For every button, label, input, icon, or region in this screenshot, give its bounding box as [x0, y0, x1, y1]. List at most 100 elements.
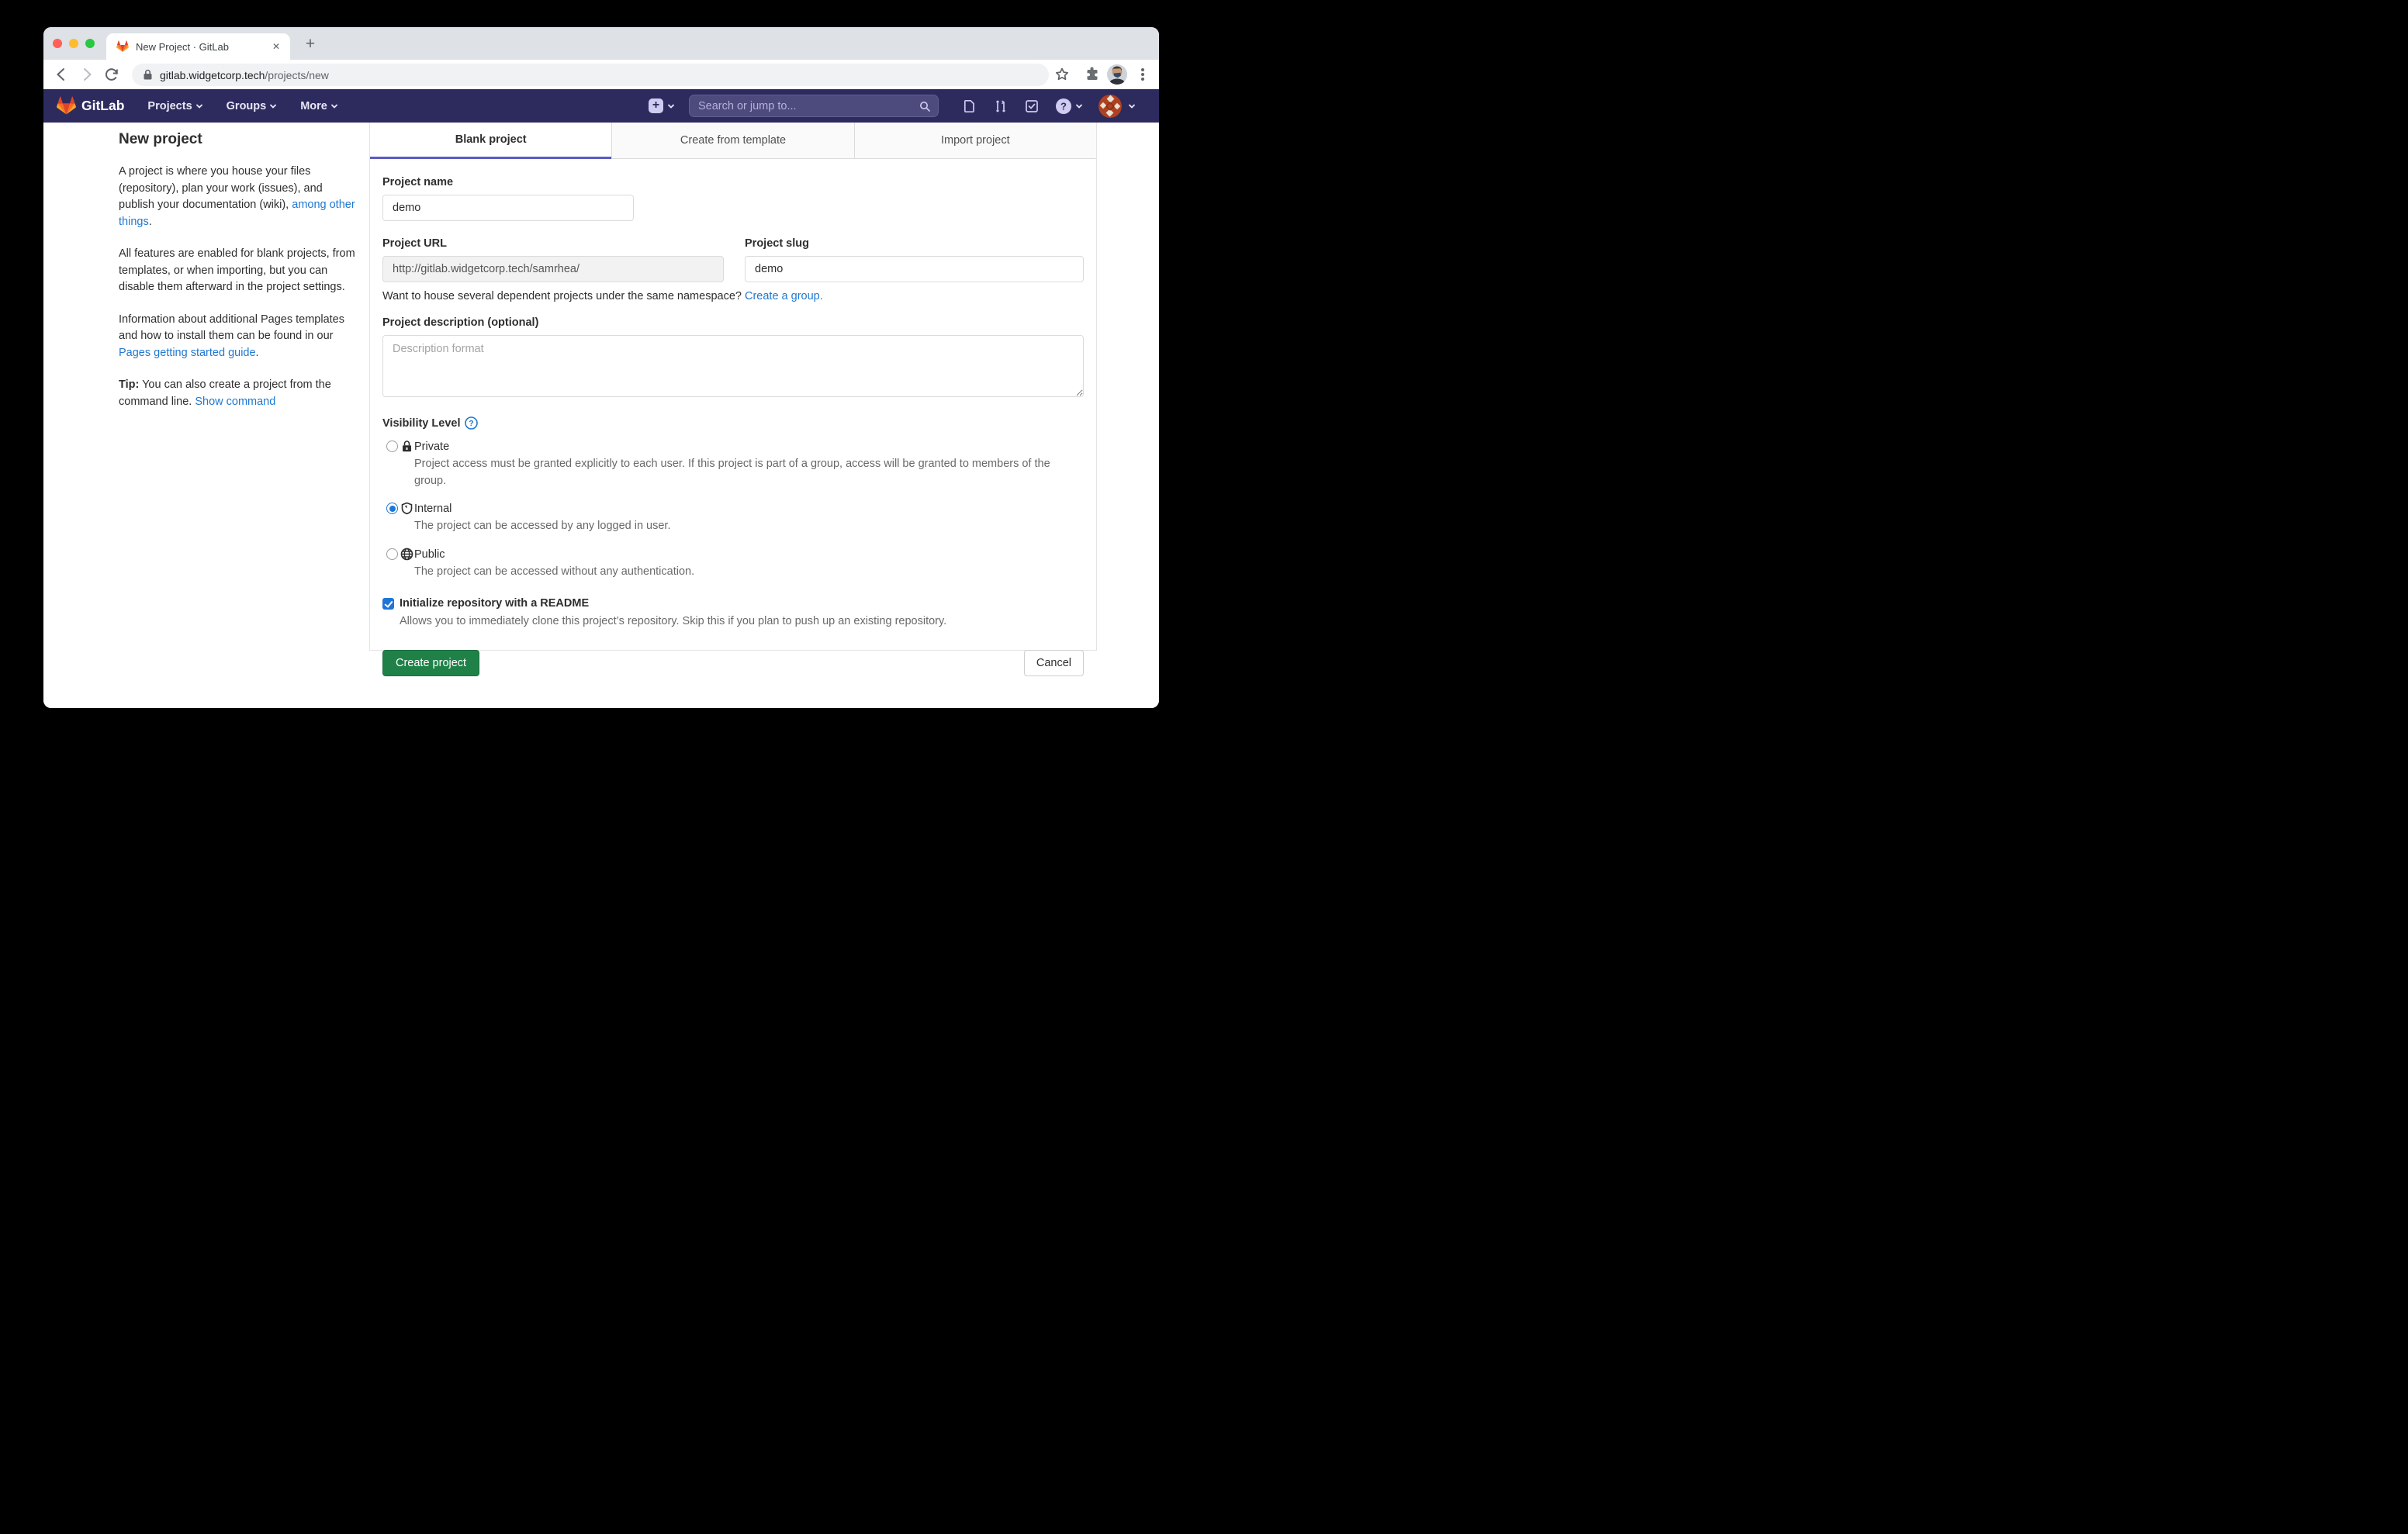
visibility-option-private: Private Project access must be granted e…: [382, 440, 1084, 489]
chevron-down-icon: [1075, 102, 1083, 110]
pages-guide-link[interactable]: Pages getting started guide: [119, 347, 256, 359]
nav-menu-groups-label: Groups: [227, 100, 267, 112]
visibility-options: Private Project access must be granted e…: [382, 440, 1084, 580]
gitlab-brand[interactable]: GitLab: [81, 98, 124, 114]
sidebar-paragraph-2: All features are enabled for blank proje…: [119, 246, 358, 296]
page-title: New project: [119, 131, 358, 148]
bookmark-star-icon[interactable]: [1053, 65, 1071, 84]
nav-menu-more-label: More: [300, 100, 327, 112]
url-slug-row: Project URL Project slug: [382, 237, 1084, 282]
namespace-hint-text: Want to house several dependent projects…: [382, 290, 745, 302]
window-close-button[interactable]: [53, 39, 62, 48]
nav-menu-projects-label: Projects: [147, 100, 192, 112]
project-url-label: Project URL: [382, 237, 724, 250]
lock-icon: [143, 69, 153, 81]
new-tab-button[interactable]: +: [299, 34, 321, 56]
p1-period: .: [149, 216, 152, 228]
help-question-icon[interactable]: ?: [465, 416, 478, 430]
readme-checkbox[interactable]: [382, 598, 394, 610]
chevron-down-icon: [1128, 102, 1136, 110]
chevron-down-icon: [195, 102, 203, 110]
issues-icon[interactable]: [962, 98, 977, 114]
tip-label: Tip:: [119, 378, 139, 391]
readme-option: Initialize repository with a README Allo…: [382, 596, 1084, 627]
user-avatar[interactable]: [1098, 95, 1122, 118]
create-project-button[interactable]: Create project: [382, 650, 479, 676]
window-minimize-button[interactable]: [69, 39, 78, 48]
back-icon[interactable]: [52, 65, 71, 84]
form-actions: Create project Cancel: [382, 650, 1084, 676]
gitlab-logo-icon[interactable]: [57, 96, 76, 116]
forward-icon[interactable]: [78, 65, 96, 84]
project-type-tabs: Blank project Create from template Impor…: [370, 123, 1096, 159]
project-slug-label: Project slug: [745, 237, 1084, 250]
p3-period: .: [256, 347, 259, 359]
new-project-sidebar: New project A project is where you house…: [119, 131, 358, 410]
lock-private-icon: [400, 440, 413, 453]
chevron-down-icon: [667, 102, 675, 110]
url-path: /projects/new: [265, 69, 328, 81]
gitlab-favicon-icon: [116, 40, 129, 53]
sidebar-paragraph-3: Information about additional Pages templ…: [119, 312, 358, 362]
radio-public[interactable]: [386, 548, 398, 560]
project-slug-input[interactable]: [745, 256, 1084, 282]
globe-public-icon: [400, 548, 413, 561]
cancel-button[interactable]: Cancel: [1024, 650, 1084, 676]
radio-internal[interactable]: [386, 503, 398, 514]
chevron-down-icon: [330, 102, 338, 110]
visibility-option-name: Public: [414, 548, 445, 561]
tab-close-icon[interactable]: ✕: [270, 40, 282, 53]
url-host: gitlab.widgetcorp.tech: [160, 69, 265, 81]
extensions-puzzle-icon[interactable]: [1083, 65, 1102, 84]
show-command-link[interactable]: Show command: [195, 396, 275, 408]
help-menu-button[interactable]: ?: [1055, 98, 1083, 115]
visibility-option-public: Public The project can be accessed witho…: [382, 548, 1084, 581]
global-search[interactable]: [689, 95, 939, 117]
visibility-option-desc: The project can be accessed by any logge…: [414, 518, 1084, 535]
visibility-option-desc: The project can be accessed without any …: [414, 564, 1084, 581]
browser-window: New Project · GitLab ✕ + gitlab.widgetco…: [43, 27, 1159, 708]
reload-icon[interactable]: [102, 65, 121, 84]
nav-menu-projects[interactable]: Projects: [147, 100, 202, 112]
window-zoom-button[interactable]: [85, 39, 95, 48]
blank-project-form: Project name Project URL Project slug Wa…: [370, 159, 1096, 676]
shield-internal-icon: [400, 502, 413, 515]
sidebar-paragraph-1: A project is where you house your files …: [119, 164, 358, 230]
svg-text:?: ?: [1060, 100, 1067, 112]
help-icon: ?: [1055, 98, 1072, 115]
project-name-label: Project name: [382, 176, 1084, 188]
browser-tab[interactable]: New Project · GitLab ✕: [106, 33, 290, 60]
tab-blank-project[interactable]: Blank project: [370, 123, 611, 159]
project-name-input[interactable]: [382, 195, 634, 221]
visibility-option-name: Internal: [414, 503, 452, 515]
radio-private[interactable]: [386, 441, 398, 452]
navbar-right-cluster: +: [649, 95, 1136, 118]
project-url-input[interactable]: [382, 256, 724, 282]
address-bar[interactable]: gitlab.widgetcorp.tech/projects/new: [132, 64, 1049, 86]
page-content: New project A project is where you house…: [43, 123, 1159, 708]
gitlab-navbar: GitLab Projects Groups More +: [43, 89, 1159, 123]
todo-icon[interactable]: [1024, 98, 1040, 114]
project-description-textarea[interactable]: [382, 335, 1084, 397]
sidebar-tip: Tip: You can also create a project from …: [119, 377, 358, 410]
new-project-panel: Blank project Create from template Impor…: [369, 123, 1097, 651]
p3-text: Information about additional Pages templ…: [119, 313, 344, 343]
readme-desc: Allows you to immediately clone this pro…: [400, 615, 1084, 627]
browser-tab-strip: New Project · GitLab ✕ +: [43, 27, 1159, 60]
namespace-hint: Want to house several dependent projects…: [382, 290, 1084, 302]
visibility-level-label: Visibility Level: [382, 417, 460, 430]
new-menu-button[interactable]: +: [649, 98, 675, 113]
search-icon: [919, 100, 931, 112]
nav-menu-more[interactable]: More: [300, 100, 338, 112]
project-description-label: Project description (optional): [382, 316, 1084, 329]
tab-create-from-template[interactable]: Create from template: [611, 123, 853, 159]
browser-menu-icon[interactable]: [1141, 73, 1144, 76]
readme-label: Initialize repository with a README: [400, 597, 589, 610]
search-input[interactable]: [690, 100, 919, 112]
browser-profile-avatar[interactable]: [1106, 64, 1128, 85]
create-group-link[interactable]: Create a group.: [745, 290, 823, 302]
merge-request-icon[interactable]: [993, 98, 1009, 114]
nav-menu-groups[interactable]: Groups: [227, 100, 278, 112]
visibility-option-desc: Project access must be granted explicitl…: [414, 456, 1084, 489]
tab-import-project[interactable]: Import project: [854, 123, 1096, 159]
